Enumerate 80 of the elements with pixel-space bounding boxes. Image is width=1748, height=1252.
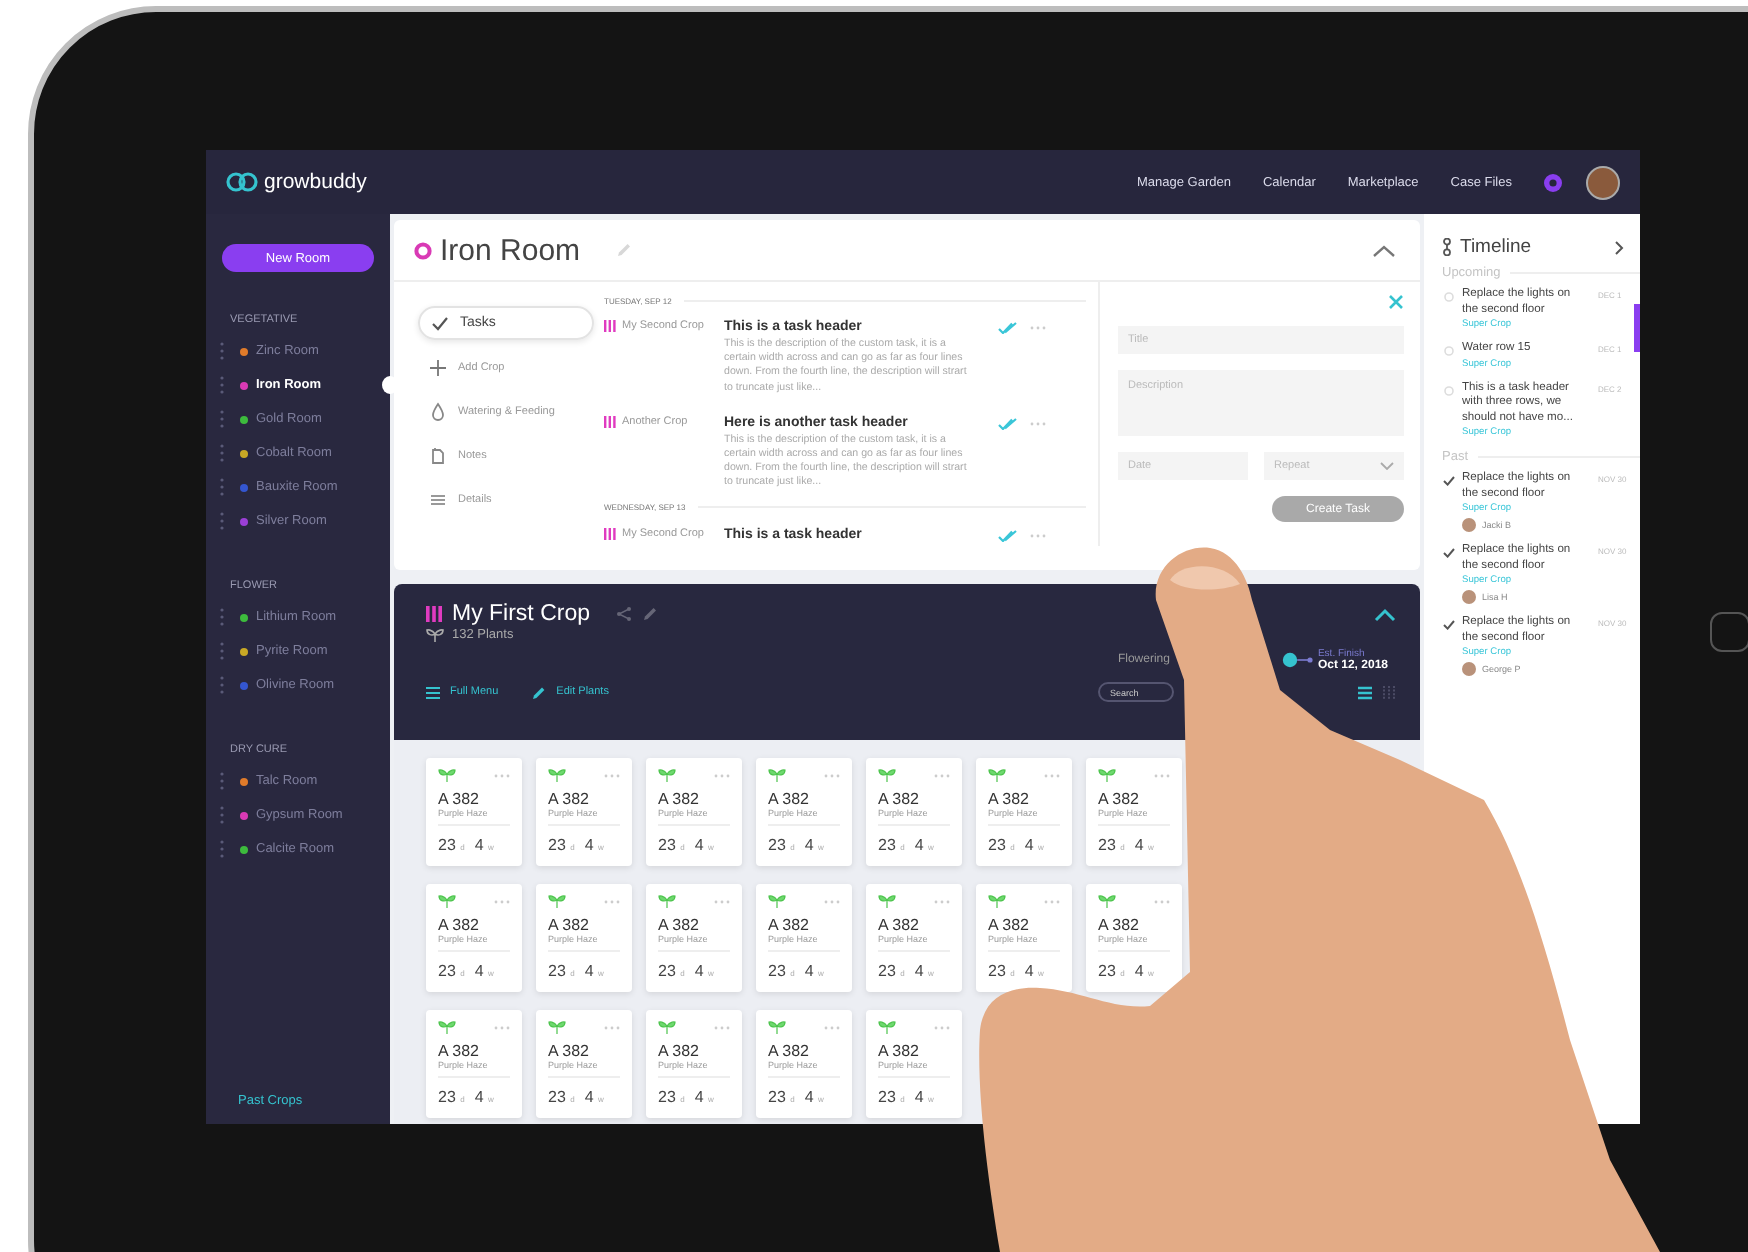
plant-id: A 382 xyxy=(988,790,1031,808)
logo-text: growbuddy xyxy=(264,170,367,194)
sprout-icon xyxy=(658,894,676,908)
plant-id: A 382 xyxy=(1098,916,1141,934)
droplet-icon xyxy=(428,401,448,421)
sprout-icon xyxy=(988,894,1006,908)
plant-id: A 382 xyxy=(548,916,591,934)
home-button[interactable] xyxy=(1710,612,1748,652)
avatar xyxy=(1462,518,1476,532)
bars-icon xyxy=(426,606,442,622)
check-icon xyxy=(430,313,450,333)
sprout-icon xyxy=(1098,768,1116,782)
plant-id: A 382 xyxy=(878,1042,921,1060)
ring-icon xyxy=(414,241,432,259)
sprout-icon xyxy=(438,894,456,908)
plant-id: A 382 xyxy=(438,1042,481,1060)
edit-icon[interactable] xyxy=(616,242,633,258)
bars-icon xyxy=(604,415,616,428)
sprout-icon xyxy=(438,768,456,782)
avatar[interactable] xyxy=(1586,165,1620,199)
plant-id: A 382 xyxy=(878,790,921,808)
bars-icon xyxy=(604,527,616,540)
close-icon[interactable] xyxy=(1388,294,1404,310)
plant-id: A 382 xyxy=(768,1042,811,1060)
more-icon[interactable] xyxy=(1030,421,1046,426)
sprout-icon xyxy=(768,768,786,782)
menu-icon xyxy=(426,685,440,699)
sprout-icon xyxy=(548,1020,566,1034)
sprout-icon xyxy=(438,1020,456,1034)
plant-id: A 382 xyxy=(548,790,591,808)
double-check-icon[interactable] xyxy=(998,322,1018,334)
chevron-right-icon[interactable] xyxy=(1614,239,1624,255)
list-icon xyxy=(428,489,448,509)
plant-id: A 382 xyxy=(768,916,811,934)
sprout-icon xyxy=(878,1020,896,1034)
grid-view-icon[interactable] xyxy=(1382,685,1396,699)
double-check-icon[interactable] xyxy=(998,417,1018,430)
sprout-icon xyxy=(1098,894,1116,908)
sprout-icon xyxy=(548,768,566,782)
share-icon[interactable] xyxy=(616,606,632,622)
avatar xyxy=(1462,590,1476,604)
timeline-title: Timeline xyxy=(1460,236,1532,258)
list-view-icon[interactable] xyxy=(1358,685,1372,699)
plant-id: A 382 xyxy=(768,790,811,808)
logo-icon xyxy=(226,170,258,194)
plant-id: A 382 xyxy=(878,916,921,934)
sprout-icon xyxy=(988,768,1006,782)
plant-id: A 382 xyxy=(988,916,1031,934)
double-check-icon[interactable] xyxy=(998,529,1018,542)
chevron-up-icon[interactable] xyxy=(1372,243,1396,257)
timeline-icon xyxy=(1442,238,1452,256)
stage-progress-icon xyxy=(1281,652,1314,668)
sprout-icon xyxy=(878,894,896,908)
sprout-icon xyxy=(548,894,566,908)
sprout-icon xyxy=(426,628,444,642)
scroll-thumb[interactable] xyxy=(1634,304,1640,352)
plus-icon xyxy=(428,357,448,377)
sprout-icon xyxy=(878,768,896,782)
caret-icon xyxy=(1380,462,1394,470)
sprout-icon xyxy=(658,1020,676,1034)
edit-icon xyxy=(532,685,547,699)
avatar xyxy=(1462,662,1476,676)
bars-icon xyxy=(604,320,616,332)
plant-id: A 382 xyxy=(1098,790,1141,808)
plant-id: A 382 xyxy=(548,1042,591,1060)
sprout-icon xyxy=(658,768,676,782)
plant-id: A 382 xyxy=(658,1042,701,1060)
room-title: Iron Room xyxy=(440,233,581,267)
plant-id: A 382 xyxy=(438,916,481,934)
edit-icon[interactable] xyxy=(642,606,658,622)
notification-icon[interactable] xyxy=(1544,173,1562,191)
plant-id: A 382 xyxy=(658,790,701,808)
note-icon xyxy=(428,445,448,465)
chevron-up-icon[interactable] xyxy=(1374,607,1396,621)
plant-id: A 382 xyxy=(438,790,481,808)
crop-title: My First Crop xyxy=(452,602,590,626)
more-icon[interactable] xyxy=(1030,533,1046,538)
plant-id: A 382 xyxy=(658,916,701,934)
sprout-icon xyxy=(768,894,786,908)
sprout-icon xyxy=(768,1020,786,1034)
